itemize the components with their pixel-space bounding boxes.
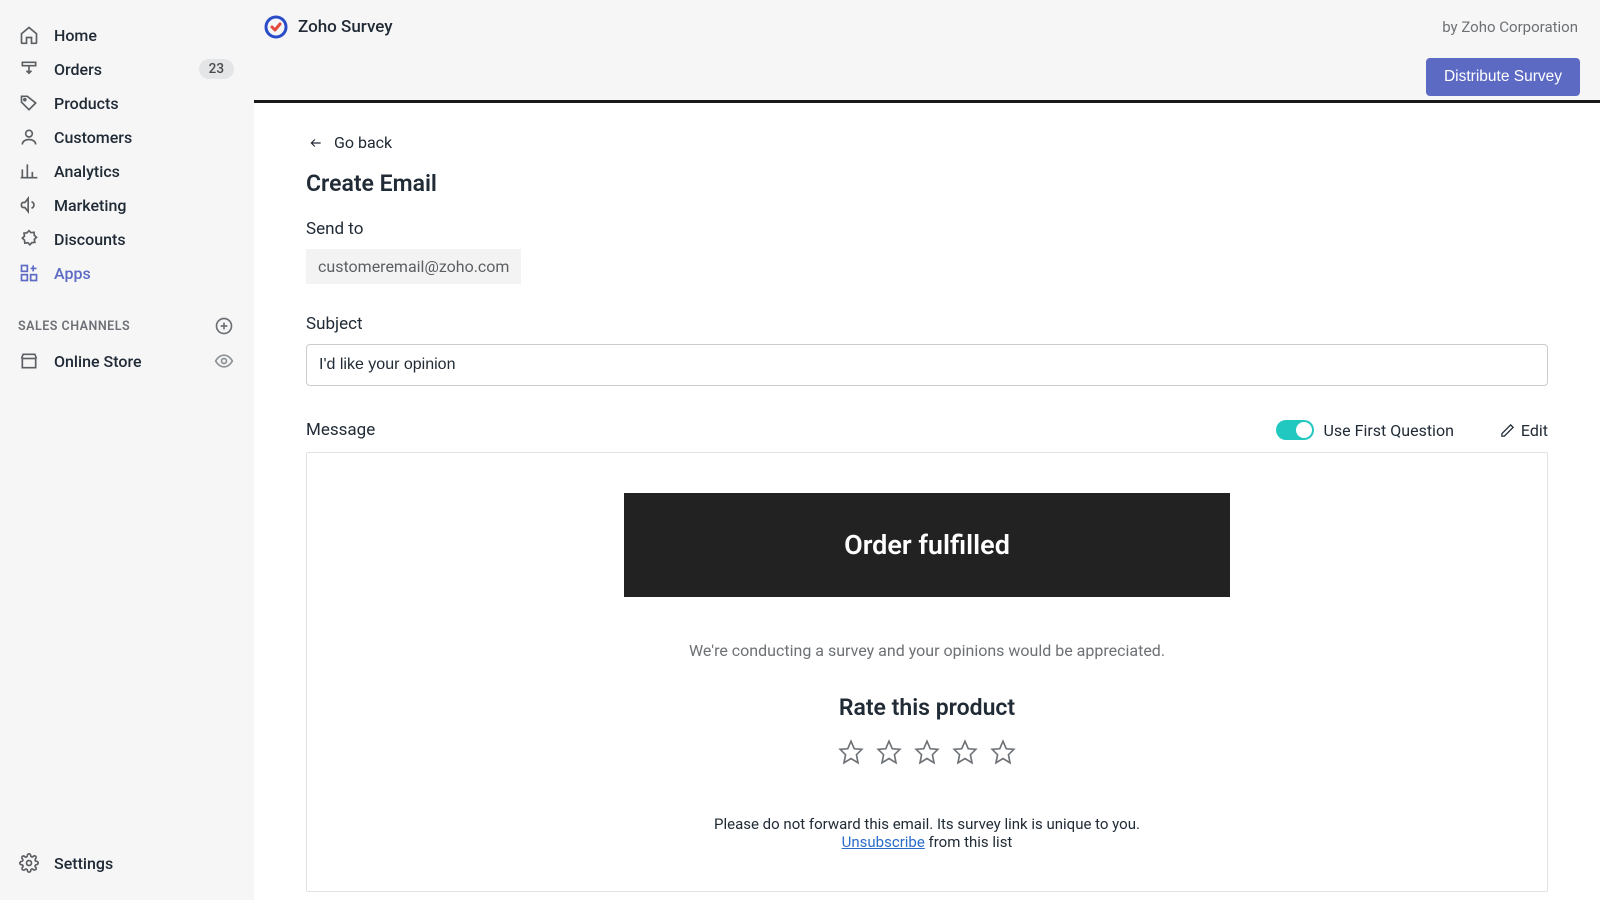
star-2-icon[interactable] [876, 739, 902, 765]
send-to-label: Send to [306, 219, 1548, 239]
subject-input[interactable] [306, 344, 1548, 386]
main-content: Zoho Survey by Zoho Corporation Distribu… [254, 0, 1600, 900]
use-first-question-toggle-wrap: Use First Question [1276, 420, 1454, 440]
star-4-icon[interactable] [952, 739, 978, 765]
edit-label: Edit [1521, 421, 1548, 440]
discount-icon [18, 228, 40, 250]
orders-badge: 23 [199, 59, 234, 79]
message-label: Message [306, 420, 375, 440]
use-first-question-toggle[interactable] [1276, 420, 1314, 440]
sidebar-item-marketing[interactable]: Marketing [0, 188, 254, 222]
use-first-question-label: Use First Question [1324, 421, 1454, 440]
app-name: Zoho Survey [298, 17, 393, 37]
home-icon [18, 24, 40, 46]
orders-icon [18, 58, 40, 80]
actionbar: Distribute Survey [254, 53, 1600, 103]
distribute-survey-button[interactable]: Distribute Survey [1426, 58, 1580, 96]
sidebar: Home Orders 23 Products Customers Analyt… [0, 0, 254, 900]
star-rating [654, 739, 1200, 765]
topbar: Zoho Survey by Zoho Corporation [254, 0, 1600, 53]
add-channel-icon[interactable] [214, 316, 234, 336]
sidebar-item-label: Home [54, 26, 97, 45]
sidebar-item-label: Products [54, 94, 119, 113]
sidebar-item-products[interactable]: Products [0, 86, 254, 120]
star-5-icon[interactable] [990, 739, 1016, 765]
unsubscribe-link[interactable]: Unsubscribe [842, 833, 925, 851]
page-title: Create Email [306, 170, 1548, 197]
pencil-icon [1500, 423, 1515, 438]
byline: by Zoho Corporation [1442, 18, 1578, 36]
section-header-label: SALES CHANNELS [18, 319, 130, 334]
sidebar-item-label: Marketing [54, 196, 126, 215]
sidebar-item-customers[interactable]: Customers [0, 120, 254, 154]
email-preview-container: Order fulfilled We're conducting a surve… [306, 452, 1548, 892]
arrow-left-icon [306, 136, 326, 150]
sidebar-item-orders[interactable]: Orders 23 [0, 52, 254, 86]
store-icon [18, 350, 40, 372]
email-preview: Order fulfilled We're conducting a surve… [624, 493, 1230, 871]
go-back-link[interactable]: Go back [306, 133, 1548, 152]
star-1-icon[interactable] [838, 739, 864, 765]
content: Go back Create Email Send to customerema… [254, 103, 1600, 900]
sidebar-item-analytics[interactable]: Analytics [0, 154, 254, 188]
user-icon [18, 126, 40, 148]
footer-line-1: Please do not forward this email. Its su… [654, 815, 1200, 833]
sidebar-item-label: Online Store [54, 352, 142, 371]
megaphone-icon [18, 194, 40, 216]
sidebar-item-settings[interactable]: Settings [0, 846, 254, 880]
sales-channels-header: SALES CHANNELS [0, 290, 254, 344]
sidebar-item-label: Analytics [54, 162, 120, 181]
email-preview-header: Order fulfilled [624, 493, 1230, 597]
eye-icon[interactable] [214, 351, 234, 371]
sidebar-item-label: Orders [54, 60, 102, 79]
sidebar-item-apps[interactable]: Apps [0, 256, 254, 290]
app-brand: Zoho Survey [264, 15, 393, 39]
sidebar-item-discounts[interactable]: Discounts [0, 222, 254, 256]
sidebar-item-home[interactable]: Home [0, 18, 254, 52]
sidebar-item-label: Customers [54, 128, 132, 147]
chart-icon [18, 160, 40, 182]
message-header-row: Message Use First Question Edit [306, 420, 1548, 440]
go-back-label: Go back [334, 133, 392, 152]
subject-label: Subject [306, 314, 1548, 334]
rate-title: Rate this product [654, 694, 1200, 721]
zoho-survey-logo-icon [264, 15, 288, 39]
intro-text: We're conducting a survey and your opini… [654, 641, 1200, 660]
star-3-icon[interactable] [914, 739, 940, 765]
apps-icon [18, 262, 40, 284]
email-preview-body: We're conducting a survey and your opini… [624, 597, 1230, 871]
footer-line-2-suffix: from this list [925, 833, 1013, 851]
footer-line-2: Unsubscribe from this list [654, 833, 1200, 851]
edit-link[interactable]: Edit [1500, 421, 1548, 440]
sidebar-item-label: Apps [54, 264, 91, 283]
sidebar-item-label: Discounts [54, 230, 126, 249]
send-to-value: customeremail@zoho.com [306, 249, 521, 284]
gear-icon [18, 852, 40, 874]
sidebar-item-online-store[interactable]: Online Store [0, 344, 254, 378]
sidebar-item-label: Settings [54, 854, 113, 873]
tag-icon [18, 92, 40, 114]
